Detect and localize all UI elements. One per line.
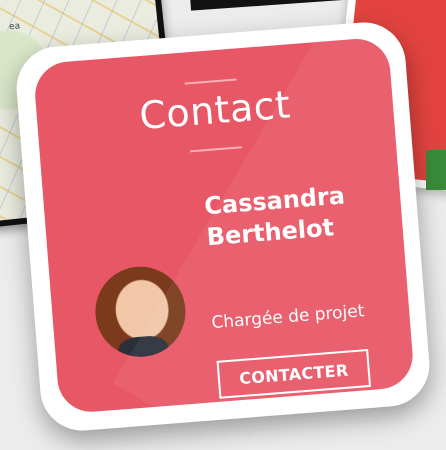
map-label: ea	[8, 21, 21, 33]
contact-name: Cassandra Berthelot	[203, 176, 407, 254]
contact-card-frame: Contact Cassandra Berthelot Chargée de p…	[13, 19, 433, 434]
contact-last-name: Berthelot	[205, 213, 335, 252]
title-rule-bottom	[189, 146, 242, 153]
avatar	[92, 263, 189, 361]
contact-card-panel: Contact Cassandra Berthelot Chargée de p…	[32, 36, 416, 415]
contact-first-name: Cassandra	[203, 181, 346, 221]
background-green-strip	[426, 150, 446, 190]
contact-role: Chargée de projet	[210, 301, 366, 334]
title-rule-top	[184, 78, 237, 85]
contact-card: Contact Cassandra Berthelot Chargée de p…	[13, 19, 433, 434]
card-title: Contact	[137, 82, 293, 139]
contact-button[interactable]: CONTACTER	[216, 348, 372, 399]
